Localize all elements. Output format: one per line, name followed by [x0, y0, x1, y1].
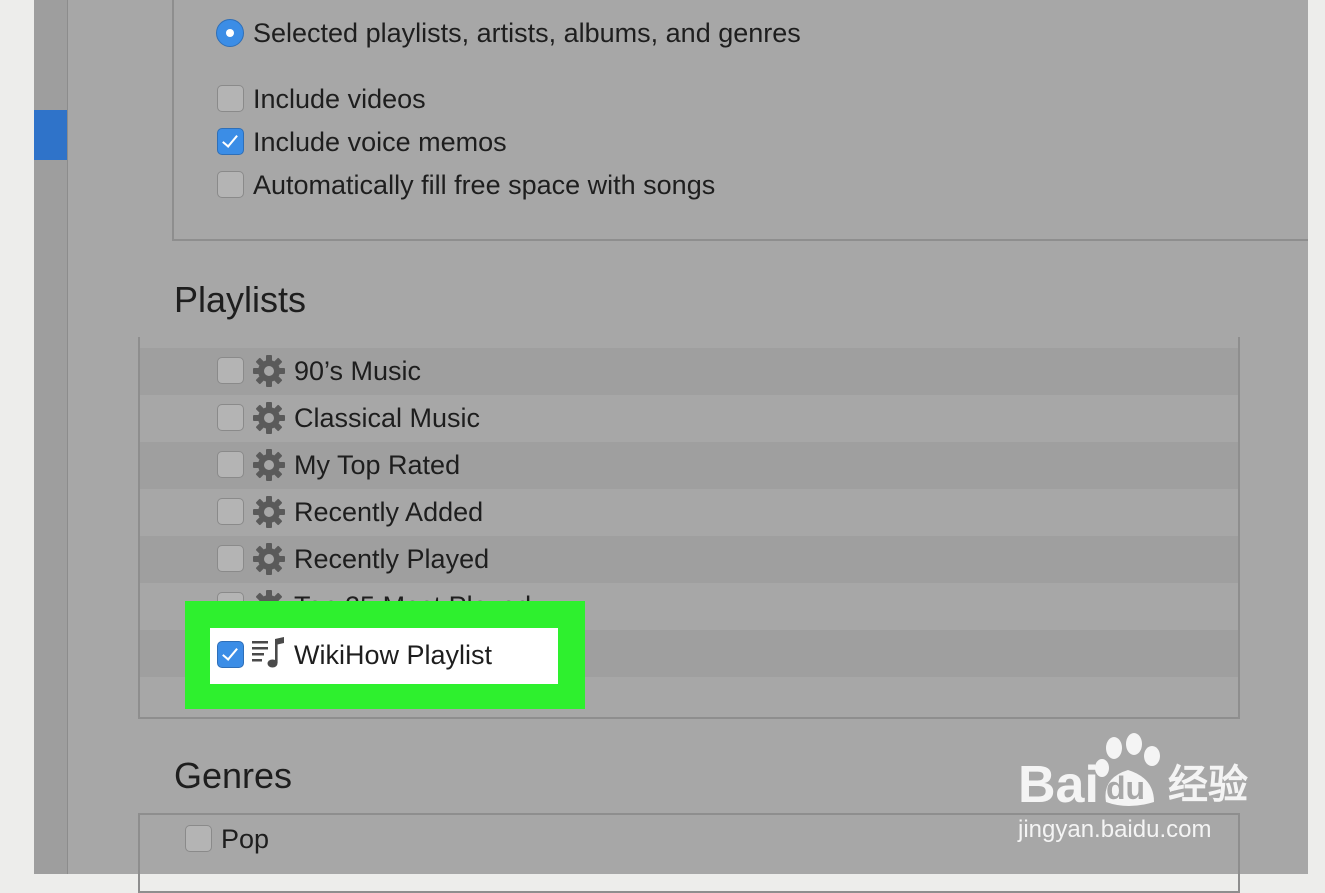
watermark-url: jingyan.baidu.com — [1018, 816, 1212, 843]
genre-checkbox[interactable] — [185, 825, 212, 852]
selected-items-radio[interactable] — [216, 19, 244, 47]
playlist-label: My Top Rated — [294, 450, 461, 480]
genre-label: Pop — [221, 824, 270, 854]
playlist-checkbox[interactable] — [217, 451, 244, 478]
selected-items-label: Selected playlists, artists, albums, and… — [253, 18, 801, 48]
watermark-cn: 经验 — [1168, 763, 1248, 807]
playlist-label: Recently Played — [294, 544, 490, 574]
playlist-checkbox[interactable] — [217, 545, 244, 572]
playlist-label: Classical Music — [294, 403, 481, 433]
include-voice-memos-label: Include voice memos — [253, 127, 507, 157]
playlist-icon — [252, 637, 284, 668]
auto-fill-label: Automatically fill free space with songs — [253, 170, 716, 200]
playlist-checkbox[interactable] — [217, 498, 244, 525]
gear-icon — [253, 449, 285, 481]
include-videos-label: Include videos — [253, 84, 426, 114]
playlist-label: Recently Added — [294, 497, 484, 527]
wikihow-playlist-label: WikiHow Playlist — [294, 640, 493, 670]
include-voice-memos-checkbox[interactable] — [217, 128, 244, 155]
gear-icon — [253, 402, 285, 434]
playlist-label: 90’s Music — [294, 356, 422, 386]
sidebar — [34, 0, 68, 874]
watermark-brand-du: du — [1106, 770, 1146, 806]
gear-icon — [253, 355, 285, 387]
gear-icon — [253, 543, 285, 575]
wikihow-playlist-checkbox[interactable] — [217, 641, 244, 668]
gear-icon — [253, 496, 285, 528]
playlists-heading: Playlists — [174, 279, 307, 320]
watermark-brand: Bai — [1018, 756, 1099, 814]
sidebar-selected-item[interactable] — [34, 110, 67, 160]
genres-heading: Genres — [174, 755, 293, 796]
auto-fill-checkbox[interactable] — [217, 171, 244, 198]
playlist-checkbox[interactable] — [217, 404, 244, 431]
playlist-checkbox[interactable] — [217, 357, 244, 384]
include-videos-checkbox[interactable] — [217, 85, 244, 112]
